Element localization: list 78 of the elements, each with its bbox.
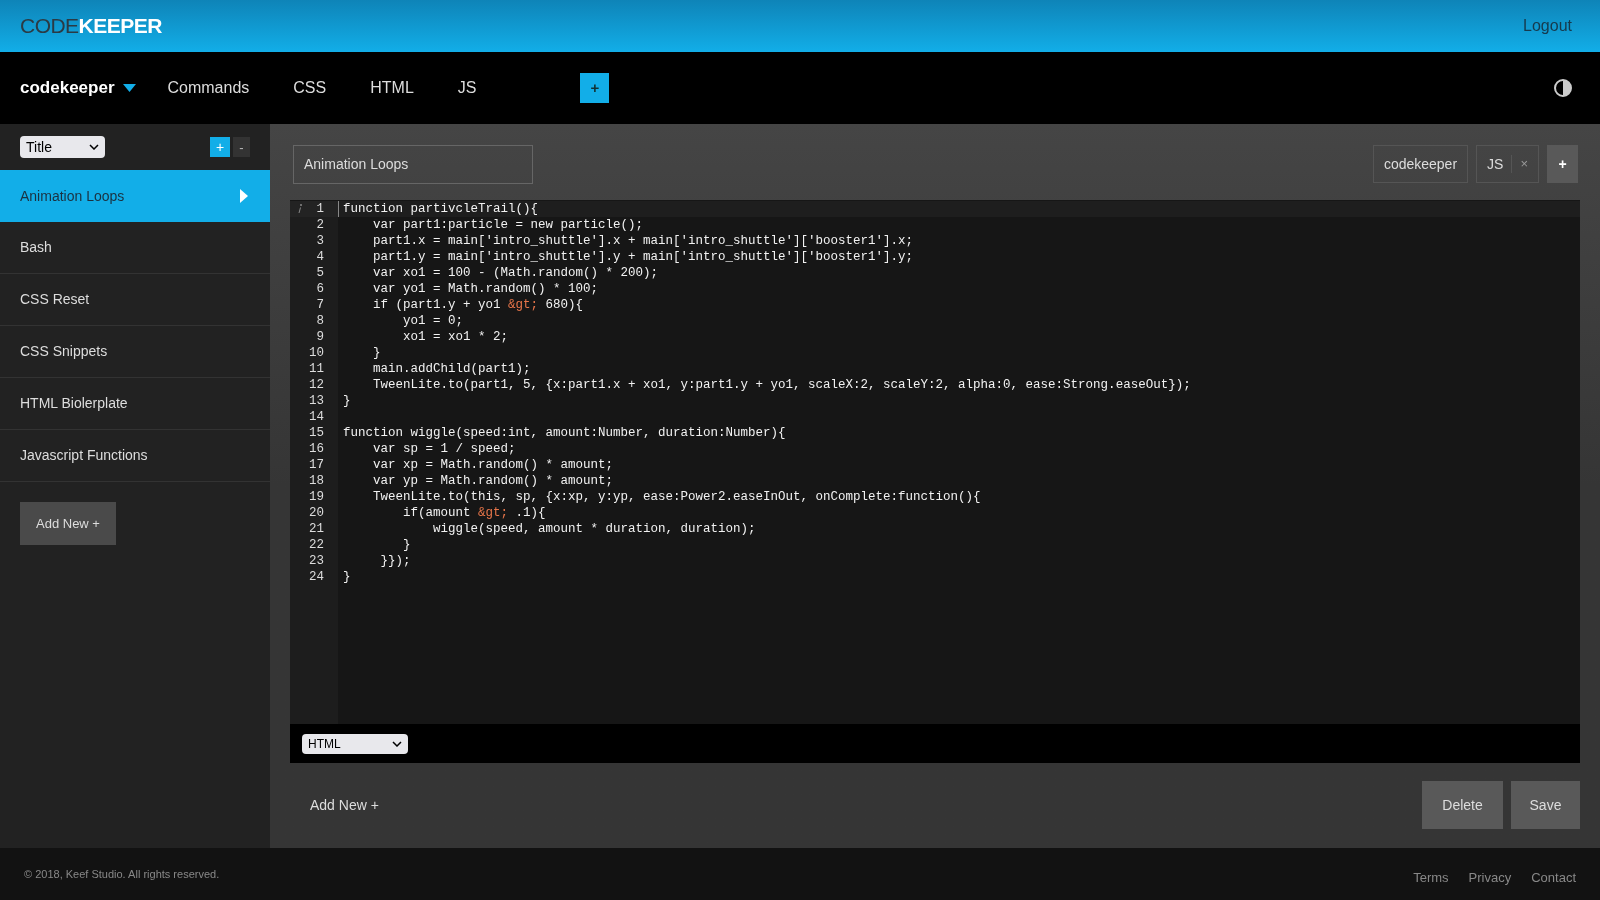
- info-icon: [298, 204, 302, 213]
- code-line: var sp = 1 / speed;: [372, 441, 517, 457]
- code-line: wiggle(speed, amount * duration, duration);: [432, 521, 757, 537]
- title-field[interactable]: Animation Loops: [293, 144, 533, 184]
- line-number: 9: [316, 329, 324, 345]
- brand-dropdown[interactable]: codekeeper: [20, 75, 136, 101]
- footer-link[interactable]: Terms: [1413, 868, 1449, 888]
- line-number: 12: [309, 377, 324, 393]
- nav-link[interactable]: Commands: [167, 76, 250, 100]
- code-line: }: [342, 393, 352, 409]
- code-line: var xp = Math.random() * amount;: [372, 457, 615, 473]
- code-line: part1.y = main['intro_shuttle'].y + main['intro_shuttle']['booster1'].y;: [372, 249, 915, 265]
- code-line: var yp = Math.random() * amount;: [372, 473, 615, 489]
- add-new-link[interactable]: Add New +: [310, 794, 379, 816]
- code-line: var xo1 = 100 - (Math.random() * 200);: [372, 265, 660, 281]
- line-number: 24: [309, 569, 324, 585]
- language-select[interactable]: HTML: [302, 733, 408, 754]
- line-number: 10: [309, 345, 324, 361]
- line-number: 19: [309, 489, 324, 505]
- code-line: part1.x = main['intro_shuttle'].x + main['intro_shuttle']['booster1'].x;: [372, 233, 915, 249]
- add-new-button[interactable]: Add New +: [20, 502, 116, 545]
- sidebar-item[interactable]: Animation Loops: [0, 170, 270, 222]
- logout-link[interactable]: Logout: [1523, 14, 1580, 38]
- sort-select[interactable]: Title: [20, 136, 105, 158]
- line-number: 2: [316, 217, 324, 233]
- chevron-icon: [392, 740, 402, 747]
- code-line: TweenLite.to(part1, 5, {x:part1.x + xo1, y:part1.y + yo1, scaleX:2, scaleY:2, alpha:0, ease:Strong.easeOut});: [372, 377, 1192, 393]
- code-line: if (part1.y + yo1 &gt; 680){: [372, 297, 585, 313]
- contrast-icon[interactable]: [1554, 79, 1572, 97]
- code-line: function wiggle(speed:int, amount:Number, duration:Number){: [342, 425, 787, 441]
- code-line: var yo1 = Math.random() * 100;: [372, 281, 600, 297]
- line-number: 16: [309, 441, 324, 457]
- line-number: 22: [309, 537, 324, 553]
- code-line: }: [372, 345, 382, 361]
- code-line: }: [402, 537, 412, 553]
- line-number: 15: [309, 425, 324, 441]
- line-number: 8: [316, 313, 324, 329]
- footer-link[interactable]: Contact: [1531, 868, 1576, 888]
- line-number: 17: [309, 457, 324, 473]
- code-line: if(amount &gt; .1){: [402, 505, 547, 521]
- arrow-icon: [240, 189, 248, 203]
- logo[interactable]: CODEKEEPER: [20, 10, 162, 42]
- code-line: TweenLite.to(this, sp, {x:xp, y:yp, ease:Power2.easeInOut, onComplete:function(){: [372, 489, 982, 505]
- line-number: 3: [316, 233, 324, 249]
- nav-link[interactable]: JS: [457, 76, 477, 100]
- line-number: 4: [316, 249, 324, 265]
- chevron-icon: [89, 144, 99, 150]
- code-line: var part1:particle = new particle();: [372, 217, 645, 233]
- add-button[interactable]: +: [580, 73, 610, 103]
- code-line: }});: [379, 553, 412, 569]
- line-number: 20: [309, 505, 324, 521]
- add-tag-button[interactable]: +: [1547, 145, 1578, 183]
- code-line: main.addChild(part1);: [372, 361, 532, 377]
- line-number: 23: [309, 553, 324, 569]
- code-line: xo1 = xo1 * 2;: [402, 329, 510, 345]
- line-number: 6: [316, 281, 324, 297]
- line-number: 5: [316, 265, 324, 281]
- code-line: yo1 = 0;: [402, 313, 465, 329]
- line-number: 18: [309, 473, 324, 489]
- line-number: 7: [316, 297, 324, 313]
- code-line: }: [342, 569, 352, 585]
- tag[interactable]: codekeeper: [1372, 145, 1469, 183]
- line-number: 11: [309, 361, 324, 377]
- footer-link[interactable]: Privacy: [1468, 868, 1512, 888]
- save-button[interactable]: Save: [1511, 781, 1580, 829]
- caret-icon: [122, 84, 136, 92]
- nav-link[interactable]: CSS: [293, 76, 327, 100]
- line-number: 1: [316, 201, 324, 217]
- remove-tag-button[interactable]: ×: [1520, 154, 1528, 174]
- nav-link[interactable]: HTML: [370, 76, 414, 100]
- line-number: 21: [309, 521, 324, 537]
- remove-button[interactable]: -: [233, 137, 250, 157]
- copyright-text: © 2018, Keef Studio. All rights reserved.: [24, 866, 220, 882]
- delete-button[interactable]: Delete: [1422, 781, 1503, 829]
- line-number: 14: [309, 409, 324, 425]
- code-editor[interactable]: [290, 200, 1580, 724]
- line-number: 13: [309, 393, 324, 409]
- tag[interactable]: JS ×: [1476, 145, 1539, 183]
